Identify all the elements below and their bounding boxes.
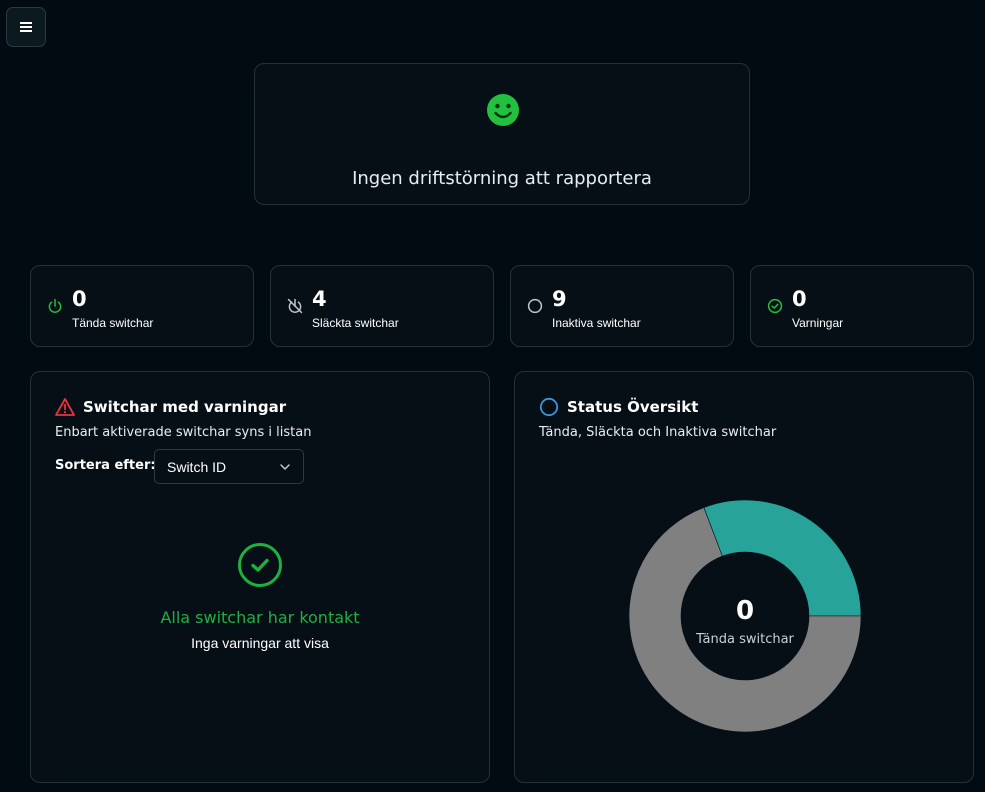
- overview-panel: Status Översikt Tända, Släckta och Inakt…: [514, 371, 974, 783]
- warnings-title: Switchar med varningar: [83, 398, 287, 416]
- smiley-icon: [487, 94, 519, 126]
- power-icon: [48, 298, 62, 313]
- stat-label: Släckta switchar: [312, 316, 399, 330]
- donut-center-value: 0: [735, 596, 755, 626]
- warning-triangle-icon: [55, 398, 75, 416]
- overview-title: Status Översikt: [567, 398, 699, 416]
- empty-state-title: Alla switchar har kontakt: [160, 608, 360, 627]
- donut-center-label: Tända switchar: [696, 632, 794, 647]
- power-off-icon: [287, 298, 303, 314]
- stat-value: 9: [552, 287, 567, 311]
- check-circle-icon: [238, 543, 282, 587]
- overview-subtitle: Tända, Släckta och Inaktiva switchar: [539, 425, 777, 440]
- check-circle-icon: [767, 298, 783, 314]
- empty-state-subtitle: Inga varningar att visa: [191, 635, 329, 651]
- stat-value: 4: [312, 287, 327, 311]
- stat-value: 0: [72, 287, 87, 311]
- circle-outline-icon: [539, 397, 559, 417]
- sort-select-value: Switch ID: [167, 459, 227, 475]
- stat-card-varningar: 0 Varningar: [750, 265, 974, 347]
- hamburger-icon: [20, 22, 32, 32]
- stat-card-slackta: 4 Släckta switchar: [270, 265, 494, 347]
- stat-label: Inaktiva switchar: [552, 316, 641, 330]
- status-message: Ingen driftstörning att rapportera: [352, 168, 652, 189]
- status-card: Ingen driftstörning att rapportera: [254, 63, 750, 205]
- stat-label: Varningar: [792, 316, 844, 330]
- stat-value: 0: [792, 287, 807, 311]
- stat-card-inaktiva: 9 Inaktiva switchar: [510, 265, 734, 347]
- sort-label: Sortera efter:: [55, 458, 156, 473]
- chevron-down-icon: [280, 464, 290, 470]
- menu-button[interactable]: [6, 7, 46, 47]
- circle-icon: [527, 298, 543, 314]
- stat-label: Tända switchar: [72, 316, 154, 330]
- sort-select[interactable]: Switch ID: [154, 449, 304, 484]
- warnings-subtitle: Enbart aktiverade switchar syns i listan: [55, 425, 312, 440]
- stat-card-tanda: 0 Tända switchar: [30, 265, 254, 347]
- warnings-panel: Switchar med varningar Enbart aktiverade…: [30, 371, 490, 783]
